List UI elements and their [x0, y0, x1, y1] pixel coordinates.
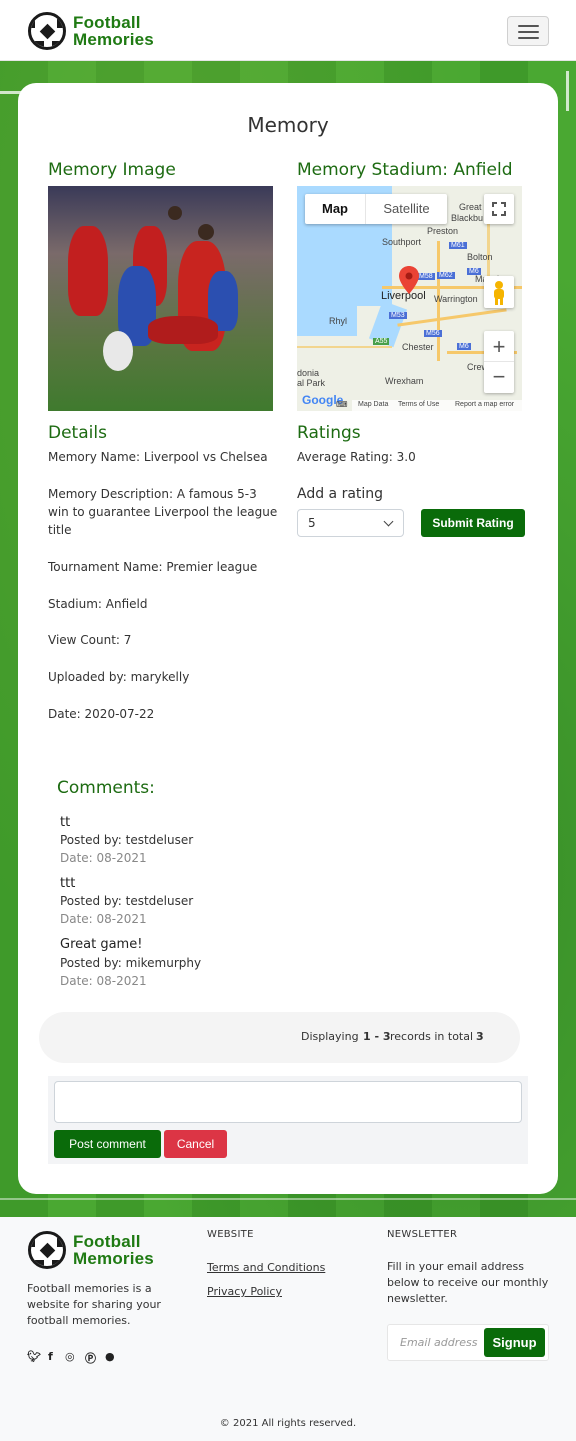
details-heading: Details [48, 423, 107, 443]
fullscreen-icon [492, 202, 506, 216]
footer-brand-logo[interactable]: Football Memories [28, 1231, 154, 1269]
footer-about-line1: Football memories is a [27, 1282, 152, 1295]
newsletter-text-line2: below to receive our monthly [387, 1276, 549, 1289]
signup-button[interactable]: Signup [484, 1328, 545, 1357]
twitter-icon[interactable]: 🐦︎ [27, 1350, 41, 1363]
copyright: © 2021 All rights reserved. [219, 1418, 357, 1429]
zoom-in-button[interactable]: + [484, 331, 514, 362]
website-heading: WEBSITE [207, 1229, 254, 1240]
tournament-name: Tournament Name: Premier league [48, 560, 258, 574]
stadium-map[interactable]: Great Ec Blackbu Preston Southport Bolto… [297, 186, 522, 411]
comment-text: Great game! [60, 937, 143, 952]
page-title: Memory [247, 113, 329, 137]
stadium-heading: Memory Stadium: Anfield [297, 160, 513, 180]
brand-name-line2: Memories [73, 30, 154, 49]
pagination-total: 3 [476, 1030, 484, 1043]
memory-description-line1: Memory Description: A famous 5-3 [48, 487, 257, 501]
football-icon [28, 12, 66, 50]
memory-image-heading: Memory Image [48, 160, 176, 180]
pinterest-icon[interactable]: Ⓟ [85, 1350, 96, 1366]
keyboard-icon[interactable]: ⌨ [336, 400, 348, 409]
instagram-icon[interactable]: ◎ [65, 1350, 75, 1363]
rating-select-value: 5 [308, 516, 316, 530]
fullscreen-button[interactable] [484, 194, 514, 224]
memory-date: Date: 2020-07-22 [48, 707, 155, 721]
email-input[interactable]: Email address [388, 1325, 484, 1360]
footer-about-line3: football memories. [27, 1314, 131, 1327]
hamburger-icon [518, 25, 539, 27]
footer-about-line2: website for sharing your [27, 1298, 161, 1311]
comment-text: tt [60, 815, 71, 830]
footer-brand-name-line2: Memories [73, 1249, 154, 1268]
map-data-link[interactable]: Map Data [358, 401, 388, 408]
map-pin-icon[interactable] [399, 266, 419, 294]
privacy-link[interactable]: Privacy Policy [207, 1285, 282, 1298]
memory-description-line2: win to guarantee Liverpool the league [48, 505, 278, 519]
snapchat-icon[interactable]: ● [105, 1350, 115, 1363]
brand-name-line1: Football [73, 13, 141, 32]
street-view-button[interactable] [484, 276, 514, 308]
newsletter-text-line1: Fill in your email address [387, 1260, 524, 1273]
newsletter-text-line3: newsletter. [387, 1292, 448, 1305]
newsletter-heading: NEWSLETTER [387, 1229, 458, 1240]
memory-photo [48, 186, 273, 411]
comment-text: ttt [60, 876, 76, 891]
comments-heading: Comments: [57, 778, 155, 798]
pagination-middle: records in total [390, 1030, 474, 1043]
comment-date: Date: 08-2021 [60, 912, 147, 926]
terms-link[interactable]: Terms and Conditions [207, 1261, 325, 1274]
menu-toggle-button[interactable] [507, 16, 549, 46]
view-count: View Count: 7 [48, 633, 132, 647]
report-map-error-link[interactable]: Report a map error [455, 401, 514, 408]
comment-date: Date: 08-2021 [60, 974, 147, 988]
comment-author: Posted by: mikemurphy [60, 956, 202, 970]
pagination-range: 1 - 3 [363, 1030, 391, 1043]
rating-select[interactable]: 5 [297, 509, 404, 537]
stadium-name: Stadium: Anfield [48, 597, 148, 611]
memory-name: Memory Name: Liverpool vs Chelsea [48, 450, 268, 464]
submit-rating-button[interactable]: Submit Rating [421, 509, 525, 537]
tab-satellite[interactable]: Satellite [365, 194, 447, 224]
comment-date: Date: 08-2021 [60, 851, 147, 865]
chevron-down-icon [383, 516, 394, 527]
pegman-icon [494, 281, 504, 305]
footer-brand-name-line1: Football [73, 1232, 141, 1251]
terms-of-use-link[interactable]: Terms of Use [398, 401, 439, 408]
cancel-button[interactable]: Cancel [164, 1130, 227, 1158]
brand-logo[interactable]: Football Memories [28, 12, 154, 50]
uploaded-by: Uploaded by: marykelly [48, 670, 190, 684]
average-rating: Average Rating: 3.0 [297, 450, 416, 464]
post-comment-button[interactable]: Post comment [54, 1130, 161, 1158]
ratings-heading: Ratings [297, 423, 361, 443]
navbar: Football Memories [0, 0, 576, 61]
comment-author: Posted by: testdeluser [60, 894, 194, 908]
add-rating-label: Add a rating [297, 486, 384, 502]
zoom-control: + − [484, 331, 514, 393]
email-placeholder: Email address [400, 1336, 478, 1349]
zoom-out-button[interactable]: − [484, 362, 514, 392]
tab-map[interactable]: Map [305, 194, 365, 224]
pagination-bar: Displaying 1 - 3 records in total 3 [39, 1012, 520, 1063]
comment-textarea[interactable] [54, 1081, 522, 1123]
facebook-icon[interactable]: f [48, 1350, 53, 1363]
comment-author: Posted by: testdeluser [60, 833, 194, 847]
map-type-control: Map Satellite [305, 194, 447, 224]
pagination-prefix: Displaying [301, 1030, 359, 1043]
football-icon [28, 1231, 66, 1269]
memory-description-line3: title [48, 523, 72, 537]
